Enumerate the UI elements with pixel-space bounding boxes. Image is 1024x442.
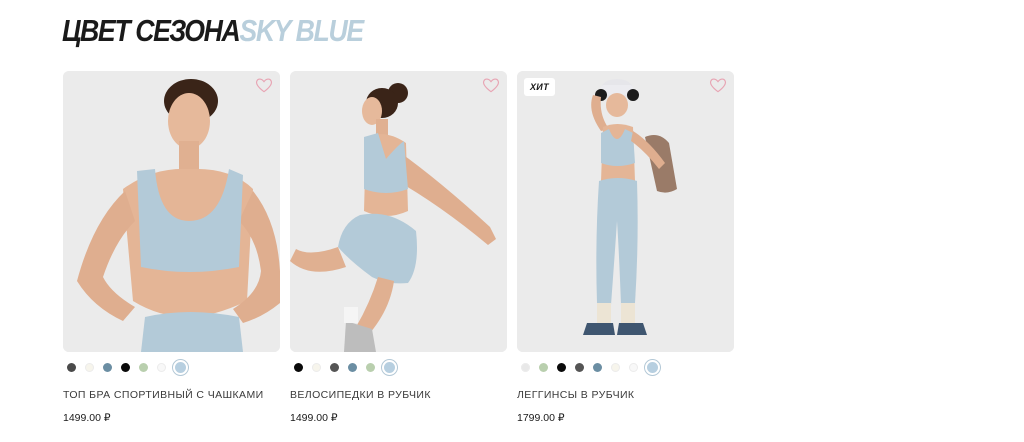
color-swatch[interactable] [103,362,112,372]
product-card[interactable]: ХИТ ЛЕГГИНСЫ В РУБЧИК 1799.00 ₽ [517,71,734,424]
product-photo[interactable] [290,71,507,352]
color-swatch[interactable] [366,362,375,372]
color-swatches [67,359,280,375]
color-swatches [521,359,734,375]
color-swatch[interactable] [121,362,130,372]
color-swatch[interactable] [175,361,186,373]
color-swatch[interactable] [312,362,321,372]
color-swatch[interactable] [593,362,602,372]
color-swatch[interactable] [384,361,395,373]
product-title[interactable]: ВЕЛОСИПЕДКИ В РУБЧИК [290,389,507,401]
color-swatch[interactable] [539,362,548,372]
product-price: 1799.00 ₽ [517,412,565,424]
product-image [63,71,280,352]
color-swatch[interactable] [139,362,148,372]
color-swatch[interactable] [521,362,530,372]
color-swatch[interactable] [575,362,584,372]
product-photo[interactable] [63,71,280,352]
color-swatches [294,359,507,375]
section-title-main: ЦВЕТ СЕЗОНА [62,13,241,48]
product-card[interactable]: ТОП БРА СПОРТИВНЫЙ С ЧАШКАМИ 1499.00 ₽ [63,71,280,424]
product-price: 1499.00 ₽ [290,412,338,424]
color-swatch[interactable] [611,362,620,372]
color-swatch[interactable] [294,362,303,372]
color-swatch[interactable] [557,362,566,372]
color-swatch[interactable] [348,362,357,372]
section-title-accent: SKY BLUE [239,13,364,48]
product-title[interactable]: ТОП БРА СПОРТИВНЫЙ С ЧАШКАМИ [63,389,280,401]
product-photo[interactable]: ХИТ [517,71,734,352]
heart-icon[interactable] [254,75,274,95]
product-card[interactable]: ВЕЛОСИПЕДКИ В РУБЧИК 1499.00 ₽ [290,71,507,424]
color-swatch[interactable] [629,362,638,372]
heart-icon[interactable] [481,75,501,95]
product-image [290,71,507,352]
hit-badge: ХИТ [524,78,555,96]
color-swatch[interactable] [157,362,166,372]
heart-icon[interactable] [708,75,728,95]
product-image [517,71,734,352]
color-swatch[interactable] [85,362,94,372]
color-swatch[interactable] [330,362,339,372]
color-swatch[interactable] [67,362,76,372]
section-title: ЦВЕТ СЕЗОНАSKY BLUE [62,12,364,50]
product-price: 1499.00 ₽ [63,412,111,424]
product-title[interactable]: ЛЕГГИНСЫ В РУБЧИК [517,389,734,401]
color-swatch[interactable] [647,361,658,373]
